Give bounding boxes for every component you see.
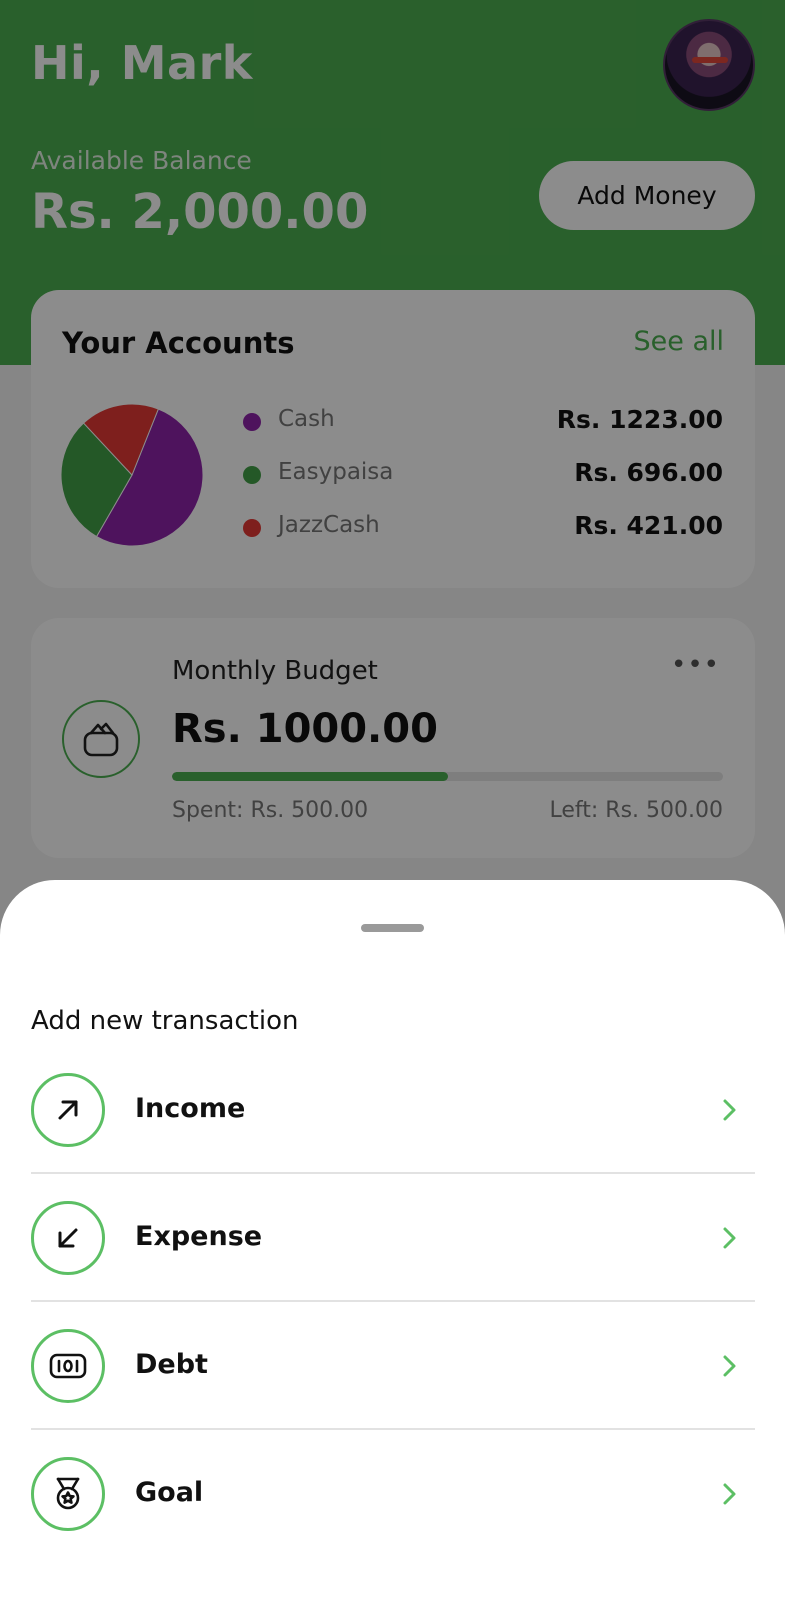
option-label: Expense [135,1221,263,1252]
chevron-right-icon [723,1227,736,1249]
money-icon [31,1329,105,1403]
sheet-title: Add new transaction [31,1006,299,1036]
sheet-drag-handle[interactable] [361,924,424,932]
chevron-right-icon [723,1099,736,1121]
chevron-right-icon [723,1483,736,1505]
add-transaction-sheet: Add new transaction Income Expense Debt … [0,880,785,1600]
option-income[interactable]: Income [31,1046,755,1174]
chevron-right-icon [723,1355,736,1377]
option-label: Goal [135,1477,204,1508]
option-label: Income [135,1093,246,1124]
arrow-up-right-icon [31,1073,105,1147]
option-label: Debt [135,1349,208,1380]
option-debt[interactable]: Debt [31,1302,755,1430]
option-goal[interactable]: Goal [31,1430,755,1558]
arrow-down-left-icon [31,1201,105,1275]
medal-icon [31,1457,105,1531]
option-expense[interactable]: Expense [31,1174,755,1302]
